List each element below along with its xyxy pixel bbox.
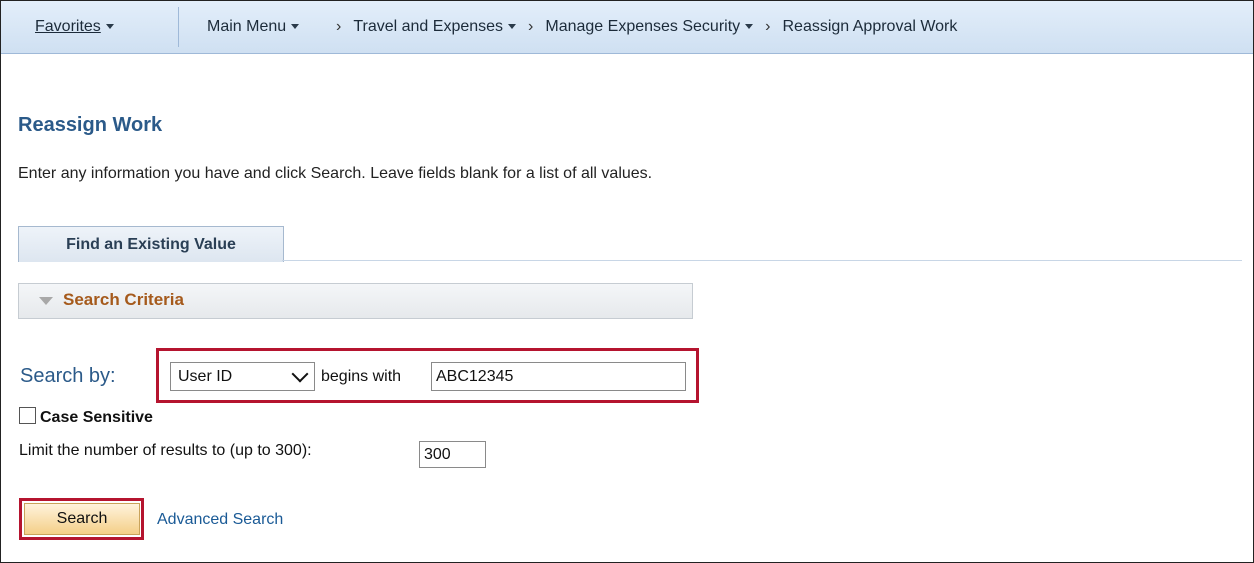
chevron-down-icon	[291, 365, 309, 383]
breadcrumb-manage-security[interactable]: Manage Expenses Security	[545, 18, 740, 35]
main-menu[interactable]: Main Menu	[207, 1, 300, 53]
instructions-text: Enter any information you have and click…	[18, 165, 653, 182]
search-button[interactable]: Search	[24, 503, 140, 535]
page-frame: Favorites Main Menu › Travel and Expenses…	[0, 0, 1254, 563]
case-sensitive-checkbox[interactable]	[19, 407, 36, 424]
limit-results-input[interactable]	[419, 441, 486, 468]
limit-results-label: Limit the number of results to (up to 30…	[19, 442, 312, 459]
search-value-input[interactable]	[431, 362, 686, 391]
caret-down-icon	[105, 24, 114, 30]
search-field-value: User ID	[178, 368, 233, 385]
nav-divider	[178, 7, 179, 47]
caret-down-icon[interactable]	[745, 24, 754, 30]
tab-find-existing-value[interactable]: Find an Existing Value	[18, 226, 284, 262]
favorites-menu[interactable]: Favorites	[35, 1, 114, 53]
breadcrumb-chevron-icon: ›	[528, 18, 534, 35]
search-by-label: Search by:	[20, 365, 116, 387]
tab-divider	[282, 260, 1242, 261]
case-sensitive-label: Case Sensitive	[40, 409, 153, 426]
nav-bar: Favorites Main Menu › Travel and Expenses…	[1, 1, 1253, 54]
main-menu-label: Main Menu	[207, 18, 287, 35]
breadcrumb-travel-expenses[interactable]: Travel and Expenses	[353, 18, 503, 35]
operator-label: begins with	[321, 368, 402, 385]
breadcrumb-reassign-approval[interactable]: Reassign Approval Work	[782, 18, 957, 35]
page-title: Reassign Work	[18, 114, 163, 136]
favorites-label: Favorites	[35, 18, 101, 35]
caret-down-icon	[291, 24, 300, 30]
search-field-select[interactable]: User ID	[170, 362, 315, 391]
breadcrumb-chevron-icon: ›	[765, 18, 771, 35]
search-criteria-label: Search Criteria	[63, 290, 184, 309]
advanced-search-link[interactable]: Advanced Search	[157, 511, 283, 529]
breadcrumb-chevron-icon: ›	[336, 18, 342, 35]
collapse-triangle-icon	[39, 297, 53, 305]
caret-down-icon[interactable]	[508, 24, 517, 30]
search-criteria-header[interactable]: Search Criteria	[18, 283, 693, 319]
breadcrumb: › Travel and Expenses › Manage Expenses Sec…	[324, 1, 957, 53]
